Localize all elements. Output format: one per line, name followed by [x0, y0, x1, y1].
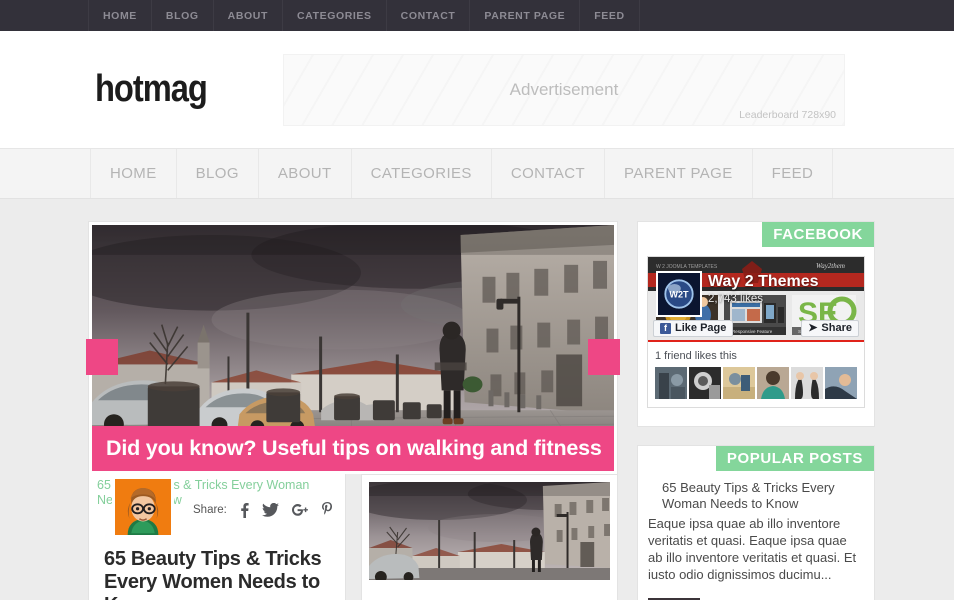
mainnav-item-about[interactable]: ABOUT — [259, 149, 352, 198]
facebook-share-button[interactable]: ➤ Share — [801, 320, 859, 337]
friend-avatar[interactable] — [825, 367, 857, 399]
friend-avatar[interactable] — [689, 367, 721, 399]
facebook-friends-label: 1 friend likes this — [655, 350, 737, 362]
facebook-friends-section: 1 friend likes this — [648, 342, 864, 407]
site-header: hotmag Advertisement Leaderboard 728x90 — [0, 31, 954, 148]
mainnav-item-contact[interactable]: CONTACT — [492, 149, 606, 198]
post-card-beauty-tips[interactable]: 65 Beauty Tips & Tricks Every Woman Need… — [88, 474, 346, 600]
mainnav-item-blog[interactable]: BLOG — [177, 149, 259, 198]
featured-post-caption[interactable]: Did you know? Useful tips on walking and… — [92, 426, 614, 471]
popular-posts-list: 65 Beauty Tips & Tricks Every Woman Need… — [638, 471, 874, 600]
mainnav-item-parent-page[interactable]: PARENT PAGE — [605, 149, 753, 198]
twitter-icon[interactable] — [261, 503, 279, 517]
topnav-item-blog[interactable]: BLOG — [152, 0, 214, 31]
googleplus-icon[interactable] — [291, 503, 308, 517]
facebook-card: W 2 JOOMLA TEMPLATES Way2them 24/7 — [647, 256, 865, 408]
pinterest-icon[interactable] — [321, 502, 334, 518]
facebook-f-icon: f — [660, 323, 671, 334]
mainnav-item-home[interactable]: HOME — [90, 149, 177, 198]
popular-post-excerpt: Eaque ipsa quae ab illo inventore verita… — [648, 516, 857, 582]
topnav-item-contact[interactable]: CONTACT — [387, 0, 471, 31]
author-avatar — [112, 476, 174, 538]
friend-avatar[interactable] — [791, 367, 823, 399]
featured-post-slider[interactable]: Did you know? Useful tips on walking and… — [86, 221, 620, 474]
popular-posts-widget-header: POPULAR POSTS — [638, 446, 874, 471]
facebook-page-name[interactable]: Way 2 Themes — [708, 273, 819, 291]
featured-post-title: Did you know? Useful tips on walking and… — [106, 436, 602, 460]
svg-text:Way2them: Way2them — [816, 262, 845, 270]
facebook-action-row: f Like Page ➤ Share — [648, 317, 864, 340]
posts-grid: 65 Beauty Tips & Tricks Every Woman Need… — [88, 474, 618, 600]
slider-prev-button[interactable] — [86, 339, 118, 375]
topnav-item-parent-page[interactable]: PARENT PAGE — [470, 0, 581, 31]
friend-avatar[interactable] — [655, 367, 687, 399]
mainnav-item-categories[interactable]: CATEGORIES — [352, 149, 492, 198]
topnav-item-feed[interactable]: FEED — [580, 0, 640, 31]
share-label: Share: — [193, 504, 227, 516]
post-thumbnail-image — [369, 482, 610, 580]
leaderboard-advertisement[interactable]: Advertisement Leaderboard 728x90 — [283, 53, 845, 126]
content-column: Did you know? Useful tips on walking and… — [86, 221, 620, 600]
popular-post-title[interactable]: 65 Beauty Tips & Tricks Every Woman Need… — [648, 480, 864, 512]
site-logo[interactable]: hotmag — [95, 68, 250, 111]
main-nav-links: HOME BLOG ABOUT CATEGORIES CONTACT PAREN… — [90, 149, 834, 198]
friend-avatar[interactable] — [723, 367, 755, 399]
facebook-page-avatar: W2T — [656, 271, 702, 317]
page-body: Did you know? Useful tips on walking and… — [0, 199, 954, 600]
popular-posts-widget: POPULAR POSTS 65 Beauty Tips & Tricks Ev… — [637, 445, 875, 600]
friend-avatar[interactable] — [757, 367, 789, 399]
topnav-item-about[interactable]: ABOUT — [214, 0, 283, 31]
mainnav-item-feed[interactable]: FEED — [753, 149, 834, 198]
facebook-like-page-label: Like Page — [675, 322, 727, 334]
facebook-icon[interactable] — [240, 502, 249, 518]
advertisement-size-label: Leaderboard 728x90 — [739, 108, 836, 121]
top-navigation-bar: HOME BLOG ABOUT CATEGORIES CONTACT PAREN… — [0, 0, 954, 31]
svg-text:W 2 JOOMLA TEMPLATES: W 2 JOOMLA TEMPLATES — [656, 264, 718, 270]
share-arrow-icon: ➤ — [808, 322, 818, 334]
sidebar-column: FACEBOOK W 2 JOOMLA TEMPLATES Way2them R… — [637, 221, 875, 600]
slider-next-button[interactable] — [588, 339, 620, 375]
facebook-widget-title: FACEBOOK — [762, 222, 874, 247]
svg-text:W2T: W2T — [669, 290, 689, 300]
popular-post-item[interactable]: 65 Beauty Tips & Tricks Every Woman Need… — [648, 474, 864, 592]
popular-posts-widget-title: POPULAR POSTS — [715, 446, 874, 471]
popular-post-item[interactable]: Did you know? Useful tips on walking and… — [648, 592, 864, 600]
post-title[interactable]: 65 Beauty Tips & Tricks Every Women Need… — [104, 548, 339, 600]
main-navigation-bar: HOME BLOG ABOUT CATEGORIES CONTACT PAREN… — [0, 148, 954, 199]
facebook-share-label: Share — [821, 322, 852, 334]
facebook-widget-header: FACEBOOK — [638, 222, 874, 247]
topnav-item-home[interactable]: HOME — [88, 0, 152, 31]
facebook-friend-thumbnails — [655, 367, 857, 399]
share-row: Share: — [193, 502, 334, 518]
top-nav-links: HOME BLOG ABOUT CATEGORIES CONTACT PAREN… — [88, 0, 640, 31]
facebook-page-plugin[interactable]: W 2 JOOMLA TEMPLATES Way2them 24/7 — [638, 247, 874, 417]
facebook-cover-image: W 2 JOOMLA TEMPLATES Way2them 24/7 — [648, 257, 864, 340]
topnav-item-categories[interactable]: CATEGORIES — [283, 0, 387, 31]
facebook-like-page-button[interactable]: f Like Page — [653, 320, 734, 337]
facebook-widget: FACEBOOK W 2 JOOMLA TEMPLATES Way2them R… — [637, 221, 875, 427]
post-card-walking-fitness[interactable] — [361, 474, 618, 600]
advertisement-label: Advertisement — [509, 79, 619, 99]
facebook-like-count: 2,743 likes — [708, 293, 763, 305]
